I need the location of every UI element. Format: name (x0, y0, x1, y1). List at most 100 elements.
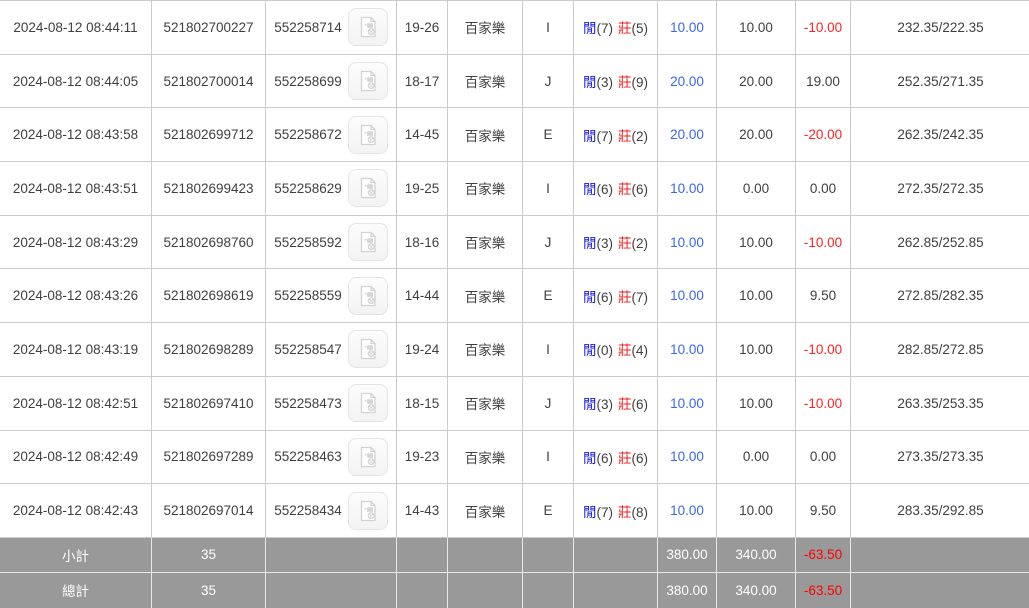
video-record-icon (356, 123, 380, 147)
shoe-round: 14-45 (397, 108, 448, 162)
win-loss: 0.00 (796, 430, 851, 484)
player-points: (7) (597, 505, 614, 520)
video-replay-button[interactable] (348, 8, 388, 46)
table-row: 2024-08-12 08:44:11 521802700227 5522587… (0, 1, 1029, 55)
shoe-round: 18-17 (397, 54, 448, 108)
game-name: 百家樂 (448, 108, 523, 162)
balance: 232.35/222.35 (851, 1, 1029, 55)
shoe-round: 18-15 (397, 376, 448, 430)
bet-time: 2024-08-12 08:42:43 (0, 484, 152, 538)
video-record-icon (356, 176, 380, 200)
player-label: 閒 (583, 451, 597, 466)
shoe-round: 14-43 (397, 484, 448, 538)
round-id: 552258547 (274, 342, 342, 357)
banker-points: (6) (632, 451, 649, 466)
video-record-icon (356, 391, 380, 415)
balance: 273.35/273.35 (851, 430, 1029, 484)
banker-label: 莊 (618, 75, 632, 90)
video-replay-button[interactable] (348, 169, 388, 207)
records-footer: 小計 35 380.00 340.00 -63.50 總計 35 380.00 … (0, 537, 1029, 608)
seat-letter: E (523, 108, 574, 162)
seat-letter: J (523, 54, 574, 108)
round-id-cell: 552258473 (266, 376, 397, 430)
bet-id: 521802697410 (152, 376, 266, 430)
player-label: 閒 (583, 236, 597, 251)
player-points: (0) (597, 343, 614, 358)
round-id: 552258714 (274, 20, 342, 35)
seat-letter: I (523, 162, 574, 216)
round-id: 552258672 (274, 127, 342, 142)
table-row: 2024-08-12 08:43:19 521802698289 5522585… (0, 323, 1029, 377)
round-id: 552258629 (274, 181, 342, 196)
video-replay-button[interactable] (348, 116, 388, 154)
bet-amount[interactable]: 20.00 (658, 108, 717, 162)
bet-amount[interactable]: 10.00 (658, 430, 717, 484)
video-record-icon (356, 230, 380, 254)
bet-id: 521802697289 (152, 430, 266, 484)
player-points: (3) (597, 397, 614, 412)
result-cell: 閒(6)莊(6) (574, 430, 658, 484)
banker-points: (6) (632, 182, 649, 197)
game-name: 百家樂 (448, 215, 523, 269)
video-replay-button[interactable] (348, 492, 388, 530)
result-cell: 閒(7)莊(8) (574, 484, 658, 538)
video-replay-button[interactable] (348, 62, 388, 100)
game-name: 百家樂 (448, 484, 523, 538)
valid-amount: 10.00 (717, 215, 796, 269)
video-replay-button[interactable] (348, 384, 388, 422)
bet-amount[interactable]: 10.00 (658, 269, 717, 323)
banker-label: 莊 (618, 343, 632, 358)
player-label: 閒 (583, 505, 597, 520)
subtotal-valid: 340.00 (717, 537, 796, 572)
player-points: (7) (597, 21, 614, 36)
bet-id: 521802699423 (152, 162, 266, 216)
bet-time: 2024-08-12 08:43:58 (0, 108, 152, 162)
win-loss: 9.50 (796, 484, 851, 538)
result-cell: 閒(6)莊(7) (574, 269, 658, 323)
seat-letter: J (523, 376, 574, 430)
bet-amount[interactable]: 10.00 (658, 323, 717, 377)
total-label: 總計 (0, 572, 152, 608)
subtotal-count: 35 (152, 537, 266, 572)
win-loss: 0.00 (796, 162, 851, 216)
banker-points: (2) (632, 236, 649, 251)
game-name: 百家樂 (448, 54, 523, 108)
round-id: 552258473 (274, 396, 342, 411)
balance: 262.35/242.35 (851, 108, 1029, 162)
player-label: 閒 (583, 397, 597, 412)
player-label: 閒 (583, 343, 597, 358)
video-replay-button[interactable] (348, 277, 388, 315)
banker-label: 莊 (618, 290, 632, 305)
bet-amount[interactable]: 10.00 (658, 484, 717, 538)
seat-letter: I (523, 323, 574, 377)
bet-amount[interactable]: 10.00 (658, 1, 717, 55)
video-replay-button[interactable] (348, 330, 388, 368)
bet-amount[interactable]: 10.00 (658, 215, 717, 269)
bet-amount[interactable]: 10.00 (658, 376, 717, 430)
video-record-icon (356, 69, 380, 93)
player-points: (6) (597, 451, 614, 466)
win-loss: -20.00 (796, 108, 851, 162)
game-name: 百家樂 (448, 162, 523, 216)
valid-amount: 10.00 (717, 484, 796, 538)
seat-letter: I (523, 430, 574, 484)
game-name: 百家樂 (448, 430, 523, 484)
bet-id: 521802698760 (152, 215, 266, 269)
total-row: 總計 35 380.00 340.00 -63.50 (0, 572, 1029, 608)
bet-time: 2024-08-12 08:43:19 (0, 323, 152, 377)
bet-amount[interactable]: 10.00 (658, 162, 717, 216)
win-loss: -10.00 (796, 215, 851, 269)
round-id: 552258434 (274, 503, 342, 518)
table-row: 2024-08-12 08:44:05 521802700014 5522586… (0, 54, 1029, 108)
result-cell: 閒(6)莊(6) (574, 162, 658, 216)
video-replay-button[interactable] (348, 438, 388, 476)
result-cell: 閒(0)莊(4) (574, 323, 658, 377)
bet-id: 521802697014 (152, 484, 266, 538)
valid-amount: 0.00 (717, 162, 796, 216)
bet-id: 521802699712 (152, 108, 266, 162)
bet-amount[interactable]: 20.00 (658, 54, 717, 108)
shoe-round: 19-23 (397, 430, 448, 484)
video-replay-button[interactable] (348, 223, 388, 261)
round-id-cell: 552258629 (266, 162, 397, 216)
total-count: 35 (152, 572, 266, 608)
